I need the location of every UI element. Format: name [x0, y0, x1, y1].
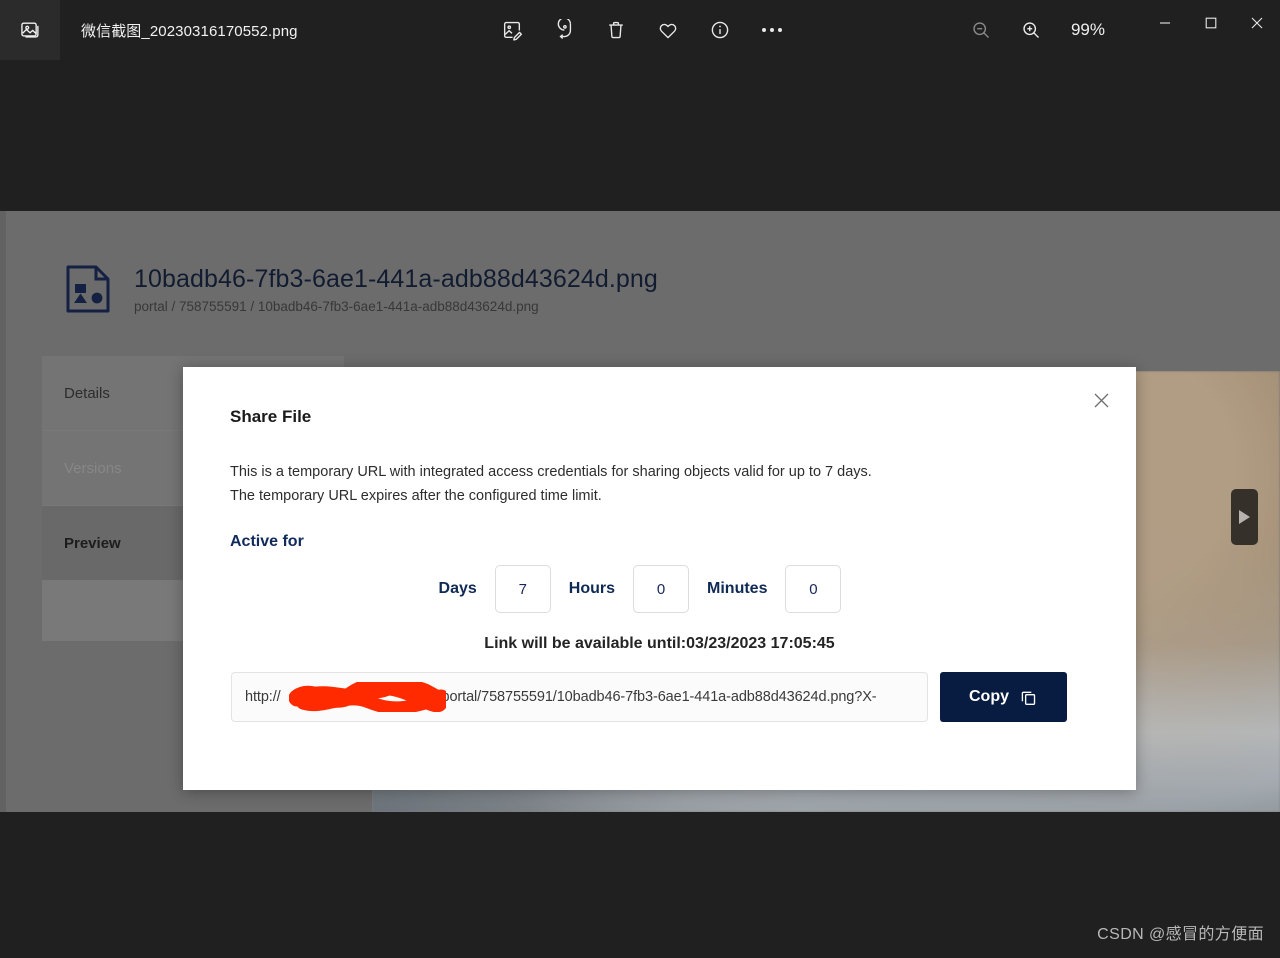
share-url-text: http:// /portal/758755591/10badb46-7fb3-6…: [232, 689, 877, 705]
dialog-description: This is a temporary URL with integrated …: [230, 460, 1070, 508]
share-file-dialog: Share File This is a temporary URL with …: [183, 367, 1136, 790]
duration-row: Days Hours Minutes: [230, 565, 1050, 613]
toolbar: [498, 0, 786, 60]
app-icon-container: [0, 0, 60, 60]
screenshot-content: 10badb46-7fb3-6ae1-441a-adb88d43624d.png…: [0, 211, 1280, 812]
zoom-level: 99%: [1070, 20, 1105, 39]
share-url-suffix: /portal/758755591/10badb46-7fb3-6ae1-441…: [437, 689, 877, 705]
share-url-input[interactable]: http:// /portal/758755591/10badb46-7fb3-6…: [231, 672, 928, 722]
copy-button[interactable]: Copy: [940, 672, 1067, 722]
copy-button-label: Copy: [969, 688, 1009, 705]
share-url-row: http:// /portal/758755591/10badb46-7fb3-6…: [231, 672, 1067, 722]
zoom-in-icon[interactable]: [1017, 16, 1045, 44]
photo-icon: [19, 19, 41, 41]
hours-input[interactable]: [633, 565, 690, 613]
watermark: CSDN @感冒的方便面: [1097, 926, 1264, 943]
minutes-input[interactable]: [785, 565, 842, 613]
dialog-description-line1: This is a temporary URL with integrated …: [230, 464, 872, 480]
days-input[interactable]: [494, 565, 551, 613]
title-bar: 微信截图_20230316170552.png 99%: [0, 0, 1280, 60]
dialog-description-line2: The temporary URL expires after the conf…: [230, 488, 602, 504]
window-controls: [1142, 0, 1280, 46]
dialog-title: Share File: [230, 407, 312, 426]
info-icon[interactable]: [706, 16, 734, 44]
minutes-label: Minutes: [707, 580, 768, 597]
close-icon[interactable]: [1088, 387, 1114, 413]
photos-viewer-window: 微信截图_20230316170552.png 99% 10badb46-7fb…: [0, 0, 1280, 958]
rotate-icon[interactable]: [550, 16, 578, 44]
link-expiry-text: Link will be available until:03/23/2023 …: [484, 635, 835, 652]
edit-image-icon[interactable]: [498, 16, 526, 44]
active-for-label: Active for: [230, 533, 304, 550]
minimize-icon[interactable]: [1142, 0, 1188, 46]
days-label: Days: [438, 580, 477, 597]
share-url-prefix: http://: [245, 689, 281, 705]
more-options-icon[interactable]: [758, 16, 786, 44]
hours-label: Hours: [568, 580, 616, 597]
zoom-out-icon[interactable]: [967, 16, 995, 44]
favorite-icon[interactable]: [654, 16, 682, 44]
file-title: 微信截图_20230316170552.png: [81, 22, 298, 40]
maximize-icon[interactable]: [1188, 0, 1234, 46]
zoom-controls: 99%: [967, 0, 1105, 60]
close-icon[interactable]: [1234, 0, 1280, 46]
copy-icon: [1019, 688, 1038, 707]
delete-icon[interactable]: [602, 16, 630, 44]
